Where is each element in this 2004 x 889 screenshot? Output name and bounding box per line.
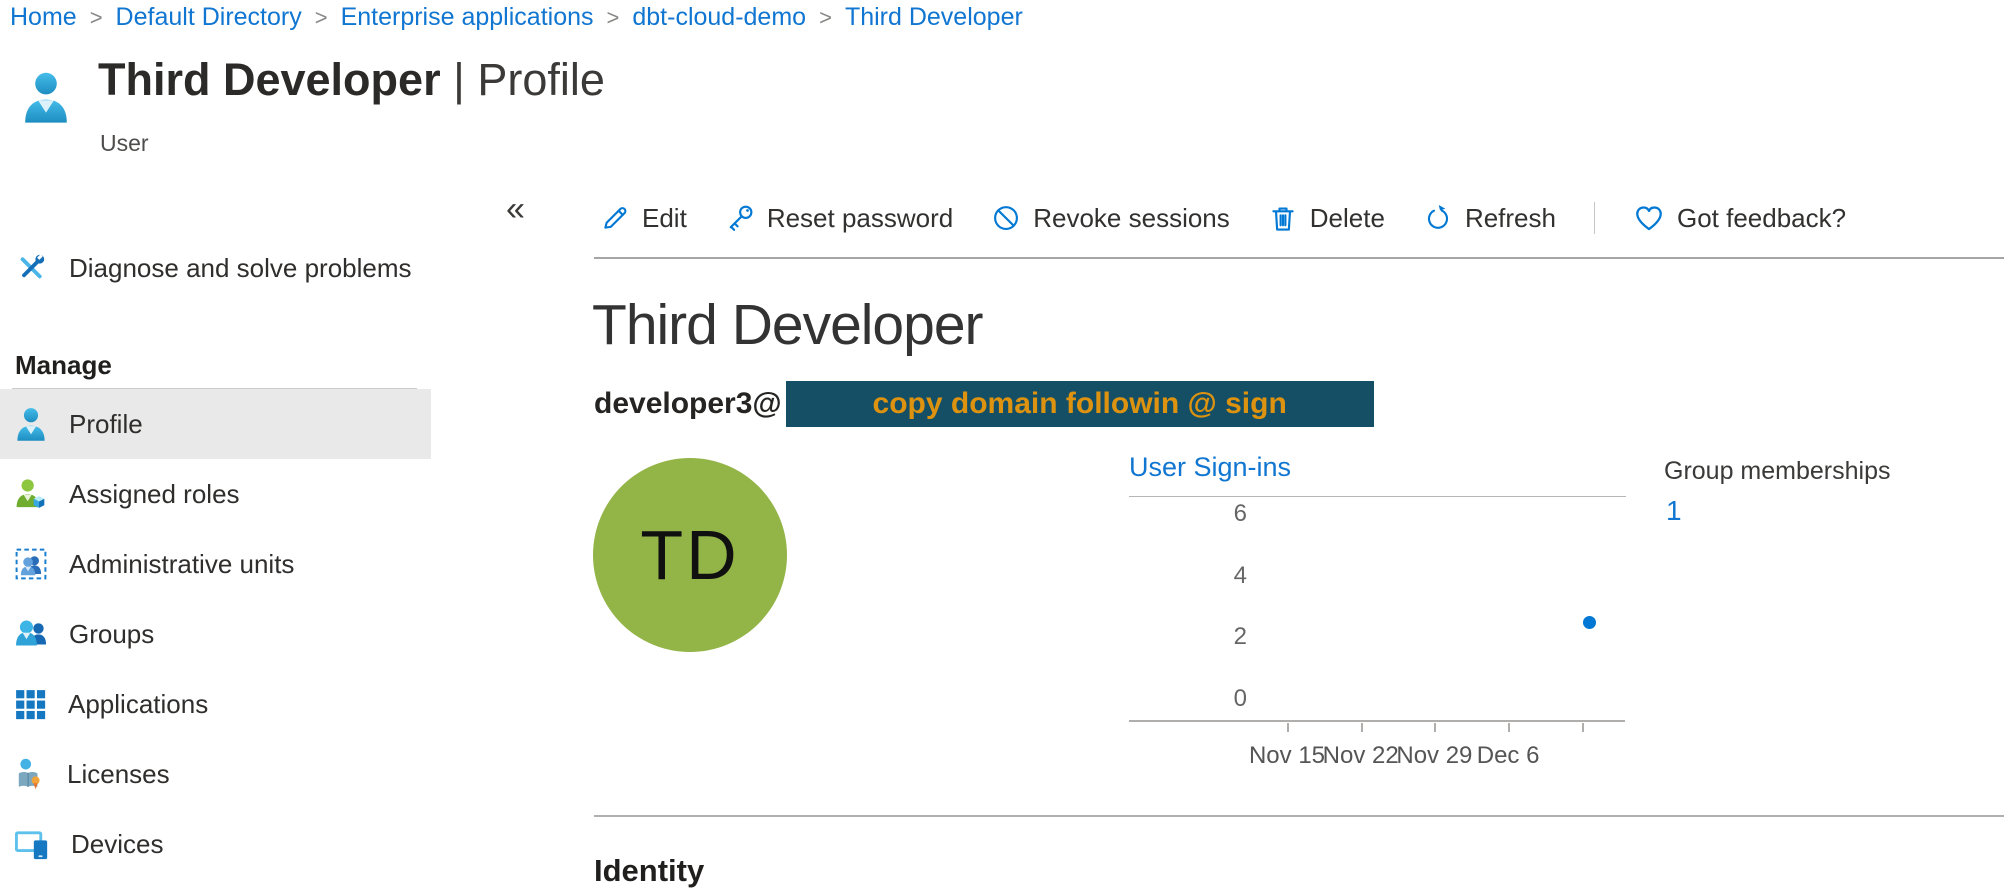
breadcrumb-third-developer[interactable]: Third Developer (845, 3, 1023, 32)
toolbar-button-label: Edit (642, 203, 687, 234)
y-tick-label: 2 (1199, 624, 1247, 650)
breadcrumb-home[interactable]: Home (10, 3, 77, 32)
toolbar-button-label: Got feedback? (1677, 203, 1846, 234)
user-principal-name: developer3@ copy domain followin @ sign (594, 381, 1374, 427)
breadcrumb-separator: > (90, 5, 103, 31)
user-signins-chart: User Sign-ins 6420Nov 15Nov 22Nov 29Dec … (1129, 452, 1639, 792)
got-feedback-button[interactable]: Got feedback? (1633, 202, 1846, 234)
breadcrumb-separator: > (819, 5, 832, 31)
administrative-units-icon (15, 548, 47, 580)
sidebar-item-label: Administrative units (69, 549, 294, 580)
page-title-name: Third Developer (98, 54, 441, 105)
breadcrumb-separator: > (607, 5, 620, 31)
toolbar-button-label: Delete (1310, 203, 1385, 234)
signins-plot: 6420Nov 15Nov 22Nov 29Dec 6 (1129, 452, 1639, 792)
upn-prefix: developer3@ (594, 387, 782, 421)
user-avatar-icon (22, 70, 70, 124)
command-toolbar: Edit Reset password Revoke sessions (600, 195, 1846, 241)
licenses-icon (15, 758, 45, 790)
x-tick-label: Dec 6 (1458, 742, 1558, 770)
x-tick-mark (1287, 723, 1289, 732)
pencil-icon (600, 203, 630, 233)
heart-icon (1633, 202, 1665, 234)
sidebar-item-groups[interactable]: Groups (0, 599, 431, 669)
breadcrumb-separator: > (315, 5, 328, 31)
sidebar-section-manage: Manage (0, 346, 431, 384)
divider (594, 815, 2004, 817)
edit-button[interactable]: Edit (600, 203, 687, 234)
trash-icon (1268, 203, 1298, 233)
y-tick-label: 6 (1199, 501, 1247, 527)
diagnose-tools-icon (15, 252, 47, 284)
devices-icon (15, 828, 49, 860)
x-tick-mark (1361, 723, 1363, 732)
applications-grid-icon (15, 689, 46, 720)
refresh-button[interactable]: Refresh (1423, 203, 1556, 234)
groups-icon (15, 618, 47, 650)
breadcrumb-enterprise-applications[interactable]: Enterprise applications (341, 3, 594, 32)
key-icon (725, 203, 755, 233)
page-title-divider: | (453, 54, 465, 105)
sidebar-item-devices[interactable]: Devices (0, 809, 431, 879)
toolbar-button-label: Revoke sessions (1033, 203, 1230, 234)
refresh-icon (1423, 203, 1453, 233)
object-type-label: User (100, 130, 149, 157)
block-icon (991, 203, 1021, 233)
breadcrumb-dbt-cloud-demo[interactable]: dbt-cloud-demo (632, 3, 806, 32)
collapse-menu-button[interactable]: « (506, 190, 525, 229)
profile-display-name: Third Developer (592, 292, 983, 358)
x-axis-line (1129, 720, 1625, 722)
toolbar-separator (1594, 202, 1595, 234)
breadcrumb: Home > Default Directory > Enterprise ap… (10, 3, 1023, 32)
y-tick-label: 4 (1199, 563, 1247, 589)
sidebar-item-diagnose[interactable]: Diagnose and solve problems (0, 240, 431, 296)
delete-button[interactable]: Delete (1268, 203, 1385, 234)
toolbar-button-label: Reset password (767, 203, 953, 234)
redacted-domain-note: copy domain followin @ sign (786, 381, 1374, 427)
sidebar-item-licenses[interactable]: Licenses (0, 739, 431, 809)
sidebar-item-label: Devices (71, 829, 163, 860)
breadcrumb-default-directory[interactable]: Default Directory (116, 3, 302, 32)
sidebar-item-label: Profile (69, 409, 143, 440)
profile-person-icon (15, 407, 47, 441)
sidebar-item-administrative-units[interactable]: Administrative units (0, 529, 431, 599)
page-title: Third Developer | Profile (98, 54, 605, 106)
revoke-sessions-button[interactable]: Revoke sessions (991, 203, 1230, 234)
sidebar: Diagnose and solve problems Manage Profi… (0, 240, 431, 879)
sidebar-item-assigned-roles[interactable]: Assigned roles (0, 459, 431, 529)
sidebar-item-label: Licenses (67, 759, 170, 790)
sidebar-item-label: Groups (69, 619, 154, 650)
sidebar-item-label: Diagnose and solve problems (69, 253, 412, 284)
avatar: TD (593, 458, 787, 652)
sidebar-item-label: Assigned roles (69, 479, 240, 510)
group-memberships-label: Group memberships (1664, 457, 1890, 486)
group-memberships-count-link[interactable]: 1 (1666, 495, 1682, 527)
assigned-roles-icon (15, 478, 47, 510)
x-tick-mark (1508, 723, 1510, 732)
divider (594, 257, 2004, 259)
page-title-section: Profile (477, 54, 605, 105)
toolbar-button-label: Refresh (1465, 203, 1556, 234)
x-tick-mark (1582, 723, 1584, 732)
sidebar-item-applications[interactable]: Applications (0, 669, 431, 739)
x-tick-mark (1434, 723, 1436, 732)
reset-password-button[interactable]: Reset password (725, 203, 953, 234)
signin-data-point (1583, 616, 1596, 629)
sidebar-item-profile[interactable]: Profile (0, 389, 431, 459)
y-tick-label: 0 (1199, 686, 1247, 712)
sidebar-item-label: Applications (68, 689, 208, 720)
